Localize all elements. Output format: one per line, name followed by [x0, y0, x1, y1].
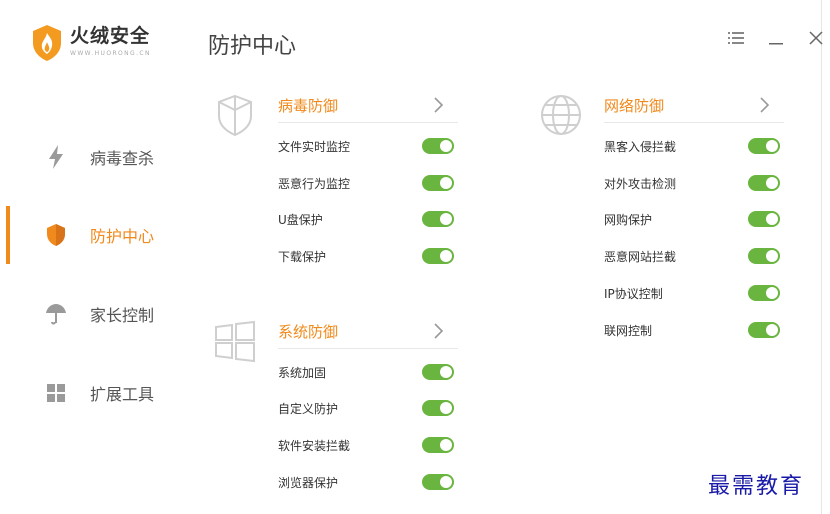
- logo: 火绒安全 WWW.HUORONG.CN: [30, 24, 151, 64]
- toggle-row-shopping-protection: 网购保护: [604, 207, 784, 231]
- app-subtitle: WWW.HUORONG.CN: [70, 50, 151, 57]
- section-header-virus-defense: 病毒防御: [278, 93, 458, 123]
- flame-logo-icon: [33, 25, 61, 61]
- toggle-label: 浏览器保护: [278, 476, 339, 490]
- shield-outline-icon: [218, 94, 252, 137]
- toggle-row-network-control: 联网控制: [604, 318, 784, 342]
- toggle-row-usb-protection: U盘保护: [278, 207, 458, 231]
- umbrella-icon: [44, 302, 68, 326]
- toggle-label: 联网控制: [604, 324, 653, 338]
- toggle-label: 黑客入侵拦截: [604, 140, 677, 154]
- minimize-button[interactable]: [766, 28, 786, 48]
- toggle-label: 下载保护: [278, 250, 327, 264]
- toggle-label: 恶意行为监控: [278, 177, 351, 191]
- toggle-label: 系统加固: [278, 366, 327, 380]
- section-title: 病毒防御: [278, 97, 339, 115]
- page-title: 防护中心: [208, 34, 297, 59]
- section-title: 系统防御: [278, 323, 339, 341]
- watermark: 最需教育: [708, 474, 805, 499]
- windows-icon: [215, 320, 255, 363]
- chevron-right-icon[interactable]: [432, 95, 446, 115]
- toggle-switch[interactable]: [422, 400, 454, 416]
- section-title: 网络防御: [604, 97, 665, 115]
- close-button[interactable]: [806, 28, 826, 48]
- toggle-switch[interactable]: [422, 211, 454, 227]
- sidebar-item-label: 扩展工具: [90, 385, 155, 404]
- toggle-row-malicious-site-block: 恶意网站拦截: [604, 244, 784, 268]
- toggle-row-outbound-attack-detect: 对外攻击检测: [604, 171, 784, 195]
- sidebar-item-parental-control[interactable]: 家长控制: [0, 285, 190, 343]
- lightning-icon: [44, 145, 68, 169]
- toggle-switch[interactable]: [422, 138, 454, 154]
- section-header-network-defense: 网络防御: [604, 93, 784, 123]
- grid-icon: [44, 381, 68, 405]
- toggle-switch[interactable]: [422, 437, 454, 453]
- close-icon: [809, 31, 823, 45]
- sidebar-item-protection-center[interactable]: 防护中心: [0, 206, 190, 264]
- shield-icon: [44, 223, 68, 247]
- toggle-row-download-protection: 下载保护: [278, 244, 458, 268]
- toggle-row-hacker-intrusion-block: 黑客入侵拦截: [604, 134, 784, 158]
- chevron-right-icon[interactable]: [758, 95, 772, 115]
- toggle-row-browser-protection: 浏览器保护: [278, 470, 458, 494]
- sidebar-item-label: 防护中心: [90, 227, 155, 246]
- toggle-label: IP协议控制: [604, 287, 663, 301]
- toggle-label: 软件安装拦截: [278, 439, 351, 453]
- menu-button[interactable]: [726, 28, 746, 48]
- toggle-switch[interactable]: [422, 364, 454, 380]
- sidebar-item-extension-tools[interactable]: 扩展工具: [0, 364, 190, 422]
- toggle-row-file-monitor: 文件实时监控: [278, 134, 458, 158]
- sidebar-item-label: 病毒查杀: [90, 149, 155, 168]
- toggle-label: 网购保护: [604, 213, 653, 227]
- toggle-row-behavior-monitor: 恶意行为监控: [278, 171, 458, 195]
- app-window: 火绒安全 WWW.HUORONG.CN 病毒查杀 防护中心 家长控制 扩展工具 …: [0, 0, 823, 514]
- toggle-switch[interactable]: [422, 175, 454, 191]
- toggle-switch[interactable]: [748, 175, 780, 191]
- globe-icon: [541, 95, 581, 135]
- toggle-row-ip-protocol-control: IP协议控制: [604, 281, 784, 305]
- toggle-switch[interactable]: [748, 322, 780, 338]
- toggle-switch[interactable]: [748, 285, 780, 301]
- toggle-switch[interactable]: [422, 474, 454, 490]
- sidebar: 火绒安全 WWW.HUORONG.CN 病毒查杀 防护中心 家长控制 扩展工具: [0, 0, 190, 514]
- app-name: 火绒安全: [70, 25, 151, 47]
- toggle-switch[interactable]: [422, 248, 454, 264]
- toggle-switch[interactable]: [748, 248, 780, 264]
- menu-icon: [728, 32, 744, 44]
- toggle-row-system-hardening: 系统加固: [278, 360, 458, 384]
- section-header-system-defense: 系统防御: [278, 319, 458, 349]
- toggle-label: 恶意网站拦截: [604, 250, 677, 264]
- chevron-right-icon[interactable]: [432, 321, 446, 341]
- toggle-row-software-install-block: 软件安装拦截: [278, 433, 458, 457]
- toggle-label: U盘保护: [278, 213, 323, 227]
- sidebar-item-label: 家长控制: [90, 306, 155, 325]
- toggle-switch[interactable]: [748, 138, 780, 154]
- minimize-icon: [769, 43, 783, 45]
- toggle-row-custom-protection: 自定义防护: [278, 396, 458, 420]
- sidebar-item-virus-scan[interactable]: 病毒查杀: [0, 128, 190, 186]
- toggle-label: 文件实时监控: [278, 140, 351, 154]
- toggle-label: 对外攻击检测: [604, 177, 677, 191]
- toggle-label: 自定义防护: [278, 402, 339, 416]
- toggle-switch[interactable]: [748, 211, 780, 227]
